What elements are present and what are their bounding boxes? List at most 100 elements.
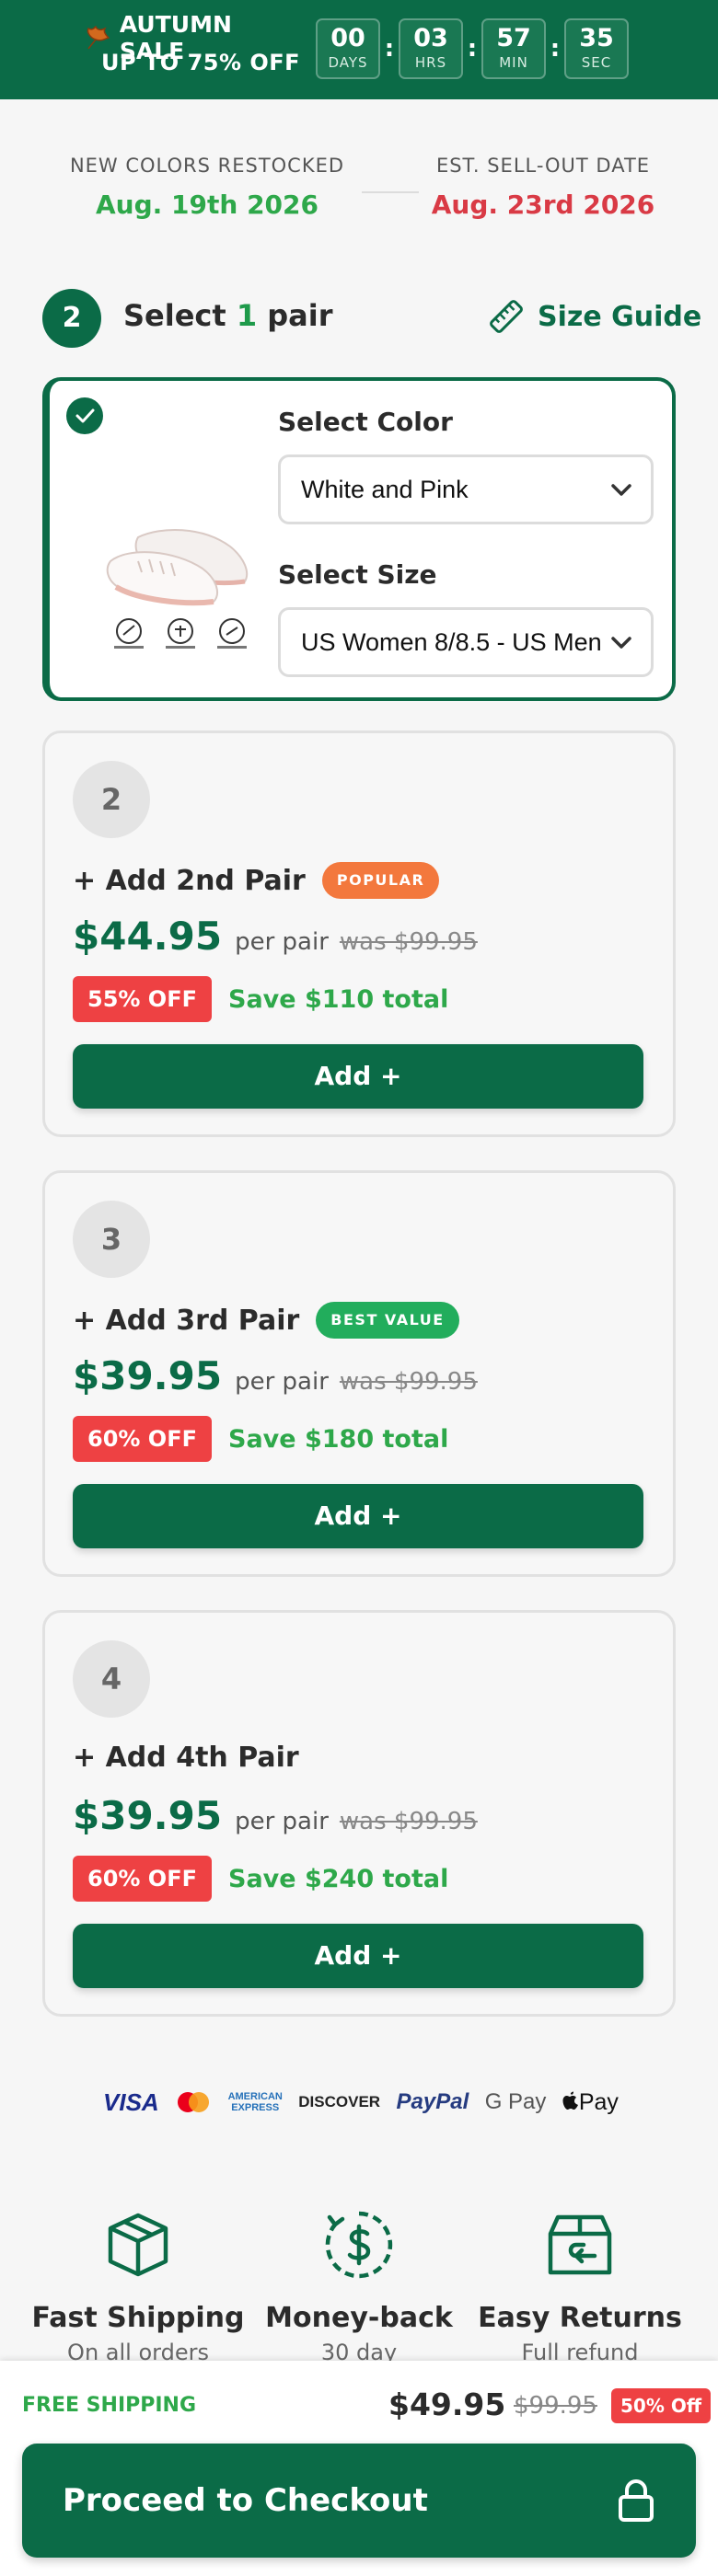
feature-money-back: Money-back 30 day [249,2208,469,2365]
per-pair-label: per pair [235,1808,329,1835]
discount-badge: 55% OFF [73,976,212,1022]
add-2nd-pair-button[interactable]: Add + [73,1044,643,1109]
offer-card-2nd-pair: 2 + Add 2nd Pair POPULAR $44.95 per pair… [42,730,676,1137]
discount-badge: 60% OFF [73,1416,212,1462]
countdown-seconds-value: 35 [579,24,614,52]
offer-price: $39.95 [73,1793,223,1838]
price-row: $39.95 per pair was $99.95 [73,1353,478,1398]
add-3rd-pair-button[interactable]: Add + [73,1484,643,1548]
discount-badge: 60% OFF [73,1856,212,1902]
apple-pay-icon: Pay [562,2089,619,2116]
amex-icon: AMERICAN EXPRESS [228,2091,283,2113]
discount-row: 60% OFF Save $180 total [73,1416,448,1462]
chevron-down-icon [611,637,631,649]
quantity-badge: 3 [73,1201,150,1278]
feature-title: Easy Returns [478,2302,682,2334]
chevron-down-icon [611,484,631,496]
color-select-value: White and Pink [301,476,469,503]
sale-banner: AUTUMN SALE UP TO 75% OFF 00 DAYS : 03 H… [0,0,718,99]
price-row: $44.95 per pair was $99.95 [73,914,478,959]
size-guide-link[interactable]: Size Guide [488,298,701,335]
amex-line-2: EXPRESS [231,2102,280,2113]
savings-text: Save $110 total [228,984,449,1014]
lock-icon [619,2479,654,2522]
savings-text: Save $180 total [228,1424,449,1454]
free-shipping-label: FREE SHIPPING [22,2394,197,2417]
discount-row: 55% OFF Save $110 total [73,976,448,1022]
checkout-button[interactable]: Proceed to Checkout [22,2444,696,2558]
google-pay-icon: G Pay [484,2089,547,2114]
countdown-separator: : [384,35,395,63]
offer-title-text: + Add 2nd Pair [73,864,306,897]
offer-price: $39.95 [73,1353,223,1398]
total-was-price: $99.95 [514,2392,597,2420]
restocked-label: NEW COLORS RESTOCKED [69,155,345,177]
countdown-timer: 00 DAYS : 03 HRS : 57 MIN : 35 SEC [316,18,629,79]
sellout-date: Aug. 23rd 2026 [431,190,655,220]
countdown-separator: : [550,35,561,63]
apple-pay-label: Pay [578,2088,619,2115]
step-title: Select 1 pair [123,298,332,333]
mastercard-icon [178,2092,210,2112]
offer-card-3rd-pair: 3 + Add 3rd Pair BEST VALUE $39.95 per p… [42,1170,676,1577]
step-title-pre: Select [123,298,237,333]
offer-price: $44.95 [73,914,223,959]
total-discount-badge: 50% Off [611,2388,712,2423]
popular-tag: POPULAR [321,862,440,899]
offer-title: + Add 3rd Pair BEST VALUE [73,1302,459,1339]
sticky-checkout-bar: FREE SHIPPING $49.95 $99.95 50% Off Proc… [0,2361,718,2576]
best-value-tag: BEST VALUE [316,1302,459,1339]
color-select[interactable]: White and Pink [278,454,654,524]
countdown-days-label: DAYS [328,54,368,71]
countdown-separator: : [467,35,478,63]
add-4th-pair-button[interactable]: Add + [73,1924,643,1988]
offer-card-4th-pair: 4 + Add 4th Pair $39.95 per pair was $99… [42,1610,676,2017]
paypal-icon: PayPal [396,2089,469,2114]
step-title-count: 1 [236,298,258,333]
countdown-seconds: 35 SEC [564,18,629,79]
selected-pair-card: Select Color White and Pink Select Size … [42,377,676,701]
was-price: was $99.95 [339,928,478,956]
restocked-column: NEW COLORS RESTOCKED Aug. 19th 2026 [37,155,377,220]
savings-text: Save $240 total [228,1864,449,1893]
checkout-button-label: Proceed to Checkout [63,2482,428,2519]
select-color-label: Select Color [278,407,453,437]
return-box-icon [548,2214,612,2275]
countdown-days-value: 00 [330,24,365,52]
size-select[interactable]: US Women 8/8.5 - US Men [278,607,654,677]
feature-list: Fast Shipping On all orders Money-back 3… [28,2208,690,2374]
restocked-date: Aug. 19th 2026 [96,190,318,220]
quantity-badge: 2 [73,761,150,838]
box-icon [108,2213,168,2277]
feature-title: Fast Shipping [31,2302,245,2334]
feature-easy-returns: Easy Returns Full refund [469,2208,690,2365]
countdown-minutes: 57 MIN [481,18,546,79]
ruler-icon [490,300,523,333]
countdown-hours-label: HRS [414,54,447,71]
countdown-minutes-value: 57 [496,24,531,52]
per-pair-label: per pair [235,1368,329,1396]
discover-icon: DISCOVER [298,2093,381,2110]
apple-logo-icon [562,2091,578,2110]
was-price: was $99.95 [339,1368,478,1396]
offer-title-text: + Add 4th Pair [73,1742,299,1774]
countdown-seconds-label: SEC [581,54,612,71]
restock-info: NEW COLORS RESTOCKED Aug. 19th 2026 EST.… [37,155,681,228]
size-select-value: US Women 8/8.5 - US Men [301,628,602,656]
maple-leaf-icon [87,25,110,50]
visa-icon: VISA [103,2087,159,2116]
size-guide-label: Size Guide [538,300,702,333]
discount-row: 60% OFF Save $240 total [73,1856,448,1902]
step-number-badge: 2 [42,289,101,348]
amex-line-1: AMERICAN [227,2091,283,2102]
per-pair-label: per pair [235,928,329,956]
payment-methods: VISA AMERICAN EXPRESS DISCOVER PayPal G … [103,2083,619,2122]
total-price: $49.95 [388,2386,506,2422]
sellout-label: EST. SELL-OUT DATE [435,155,651,177]
select-size-label: Select Size [278,559,437,590]
price-row: $39.95 per pair was $99.95 [73,1793,478,1838]
feature-title: Money-back [265,2302,453,2334]
offer-title: + Add 2nd Pair POPULAR [73,862,440,899]
sellout-column: EST. SELL-OUT DATE Aug. 23rd 2026 [387,155,700,220]
countdown-hours: 03 HRS [399,18,463,79]
